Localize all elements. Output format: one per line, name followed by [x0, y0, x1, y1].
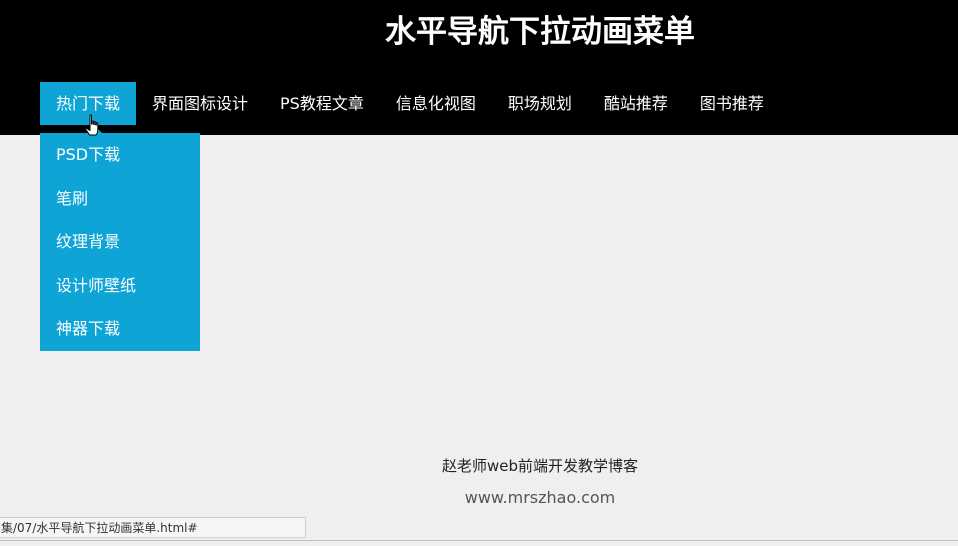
nav-item-ps-tutorials[interactable]: PS教程文章 — [264, 82, 380, 125]
main-nav: 热门下载 界面图标设计 PS教程文章 信息化视图 职场规划 酷站推荐 图书推荐 — [40, 82, 780, 125]
dropdown-item-brushes[interactable]: 笔刷 — [40, 177, 200, 221]
nav-item-book-recommendations[interactable]: 图书推荐 — [684, 82, 780, 125]
dropdown-item-wallpapers[interactable]: 设计师壁纸 — [40, 264, 200, 308]
page-title: 水平导航下拉动画菜单 — [385, 14, 695, 50]
dropdown-menu: PSD下载 笔刷 纹理背景 设计师壁纸 神器下载 — [40, 133, 200, 351]
window-bottom-divider — [0, 540, 958, 541]
dropdown-item-tools[interactable]: 神器下载 — [40, 307, 200, 351]
dropdown-item-psd[interactable]: PSD下载 — [40, 133, 200, 177]
nav-item-career-planning[interactable]: 职场规划 — [492, 82, 588, 125]
footer-blog-name: 赵老师web前端开发教学博客 — [441, 457, 639, 475]
footer-website-link[interactable]: www.mrszhao.com — [0, 487, 958, 509]
header: 水平导航下拉动画菜单 热门下载 界面图标设计 PS教程文章 信息化视图 职场规划… — [0, 0, 958, 135]
nav-item-infographics[interactable]: 信息化视图 — [380, 82, 492, 125]
nav-item-ui-icon-design[interactable]: 界面图标设计 — [136, 82, 264, 125]
dropdown-item-textures[interactable]: 纹理背景 — [40, 220, 200, 264]
page: 水平导航下拉动画菜单 热门下载 界面图标设计 PS教程文章 信息化视图 职场规划… — [0, 0, 958, 546]
nav-item-cool-sites[interactable]: 酷站推荐 — [588, 82, 684, 125]
hand-pointer-icon — [85, 114, 99, 136]
browser-status-bar: 集/07/水平导航下拉动画菜单.html# — [0, 517, 306, 538]
